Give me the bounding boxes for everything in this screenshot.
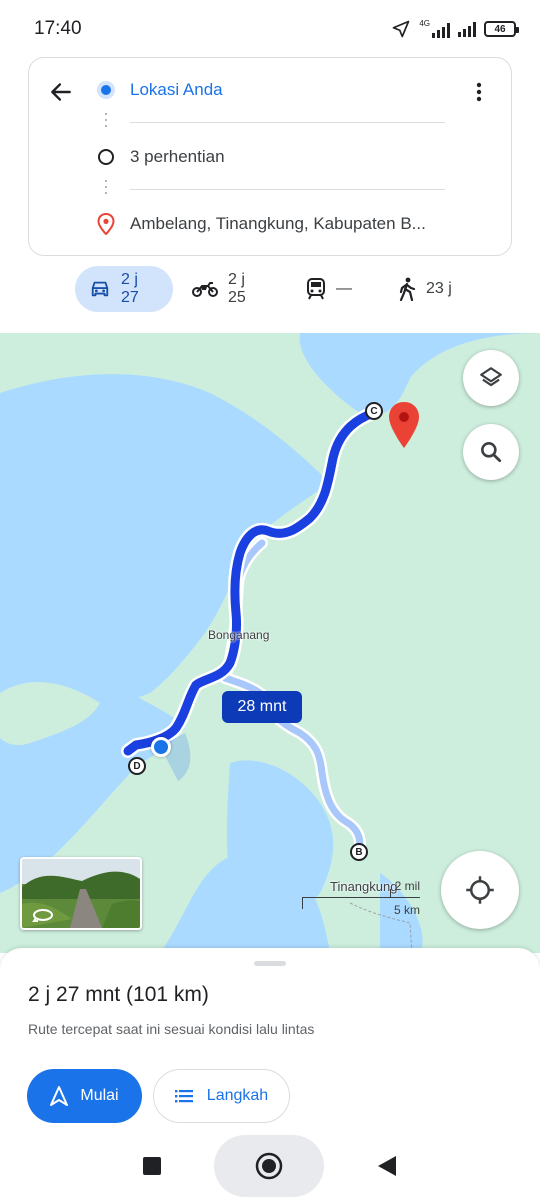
mode-value-transit: — <box>336 280 352 297</box>
status-icons: 4G 46 <box>391 19 519 39</box>
layers-icon <box>480 367 502 387</box>
mode-tab-walk[interactable]: 23 j <box>384 266 472 312</box>
my-location-button[interactable] <box>441 851 519 929</box>
stops-ring-icon <box>96 147 116 167</box>
battery-icon: 46 <box>484 21 519 37</box>
stop-marker-b[interactable]: B <box>350 843 368 861</box>
mode-tab-transit[interactable]: — <box>292 266 372 312</box>
connector-dots <box>105 113 107 127</box>
travel-mode-tabs: 2 j 27 2 j 25 — 23 j <box>0 266 540 314</box>
back-arrow-icon <box>51 83 71 101</box>
street-view-thumbnail[interactable] <box>20 857 142 930</box>
signal-4g-icon: 4G <box>419 20 450 38</box>
directions-card: Lokasi Anda 3 perhentian Ambelang, Tinan… <box>28 57 512 256</box>
destination-label: Ambelang, Tinangkung, Kabupaten B... <box>130 214 426 233</box>
home-circle-icon <box>255 1152 283 1180</box>
origin-field[interactable]: Lokasi Anda <box>93 73 447 107</box>
current-location-dot <box>151 737 171 757</box>
route-duration-distance: 2 j 27 mnt (101 km) <box>28 983 209 1006</box>
stop-marker-d[interactable]: D <box>128 757 146 775</box>
location-arrow-icon <box>392 20 410 38</box>
start-label: Mulai <box>80 1087 119 1104</box>
steps-label: Langkah <box>206 1087 269 1104</box>
origin-dot-icon <box>96 80 116 100</box>
signal-icon <box>458 21 476 37</box>
more-vert-icon <box>476 82 482 102</box>
sheet-drag-handle[interactable] <box>254 961 286 966</box>
destination-pin-icon[interactable] <box>387 401 421 449</box>
scale-metric: 5 km <box>393 903 420 917</box>
destination-field[interactable]: Ambelang, Tinangkung, Kabupaten B... <box>93 207 447 241</box>
mode-tab-car[interactable]: 2 j 27 <box>75 266 173 312</box>
scale-imperial: 2 mil <box>394 879 420 893</box>
route-note: Rute tercepat saat ini sesuai kondisi la… <box>28 1021 315 1037</box>
back-triangle-icon <box>378 1156 396 1176</box>
search-icon <box>481 442 502 463</box>
place-label-bonganang: Bonganang <box>208 628 270 642</box>
stops-field[interactable]: 3 perhentian <box>93 140 447 174</box>
mode-value-walk: 23 j <box>426 280 452 297</box>
system-back-button[interactable] <box>371 1150 403 1182</box>
recents-button[interactable] <box>136 1150 168 1182</box>
motorcycle-icon <box>192 282 218 297</box>
divider <box>130 189 445 190</box>
status-bar: 17:40 4G 46 <box>0 0 540 58</box>
system-navigation-bar <box>0 1132 540 1200</box>
navigation-arrow-icon <box>50 1086 69 1106</box>
my-location-icon <box>466 876 494 904</box>
recents-square-icon <box>143 1157 161 1175</box>
connector-dots <box>105 180 107 194</box>
status-time: 17:40 <box>34 18 82 39</box>
map-view[interactable]: C D B Bonganang Tinangkung 28 mnt 2 mil … <box>0 333 540 953</box>
route-eta-chip[interactable]: 28 mnt <box>222 691 302 723</box>
stop-marker-c[interactable]: C <box>365 402 383 420</box>
network-label: 4G <box>419 19 430 28</box>
stops-label: 3 perhentian <box>130 147 225 166</box>
more-options-button[interactable] <box>463 76 495 108</box>
battery-level: 46 <box>494 23 506 35</box>
home-button[interactable] <box>214 1135 324 1197</box>
layers-button[interactable] <box>463 350 519 406</box>
mode-value-motorcycle: 2 j 25 <box>228 271 246 306</box>
divider <box>130 122 445 123</box>
origin-label: Lokasi Anda <box>130 80 223 99</box>
walk-icon <box>399 277 416 301</box>
start-button[interactable]: Mulai <box>27 1069 142 1123</box>
transit-icon <box>307 278 325 300</box>
list-icon <box>174 1090 193 1103</box>
steps-button[interactable]: Langkah <box>153 1069 290 1123</box>
mode-tab-motorcycle[interactable]: 2 j 25 <box>178 266 278 312</box>
car-icon <box>91 281 109 297</box>
destination-pin-icon <box>96 213 116 235</box>
mode-value-car: 2 j 27 <box>121 271 139 306</box>
back-button[interactable] <box>45 76 77 108</box>
map-scale: 2 mil 5 km <box>302 879 420 919</box>
rotate-360-icon <box>32 909 53 922</box>
map-search-button[interactable] <box>463 424 519 480</box>
